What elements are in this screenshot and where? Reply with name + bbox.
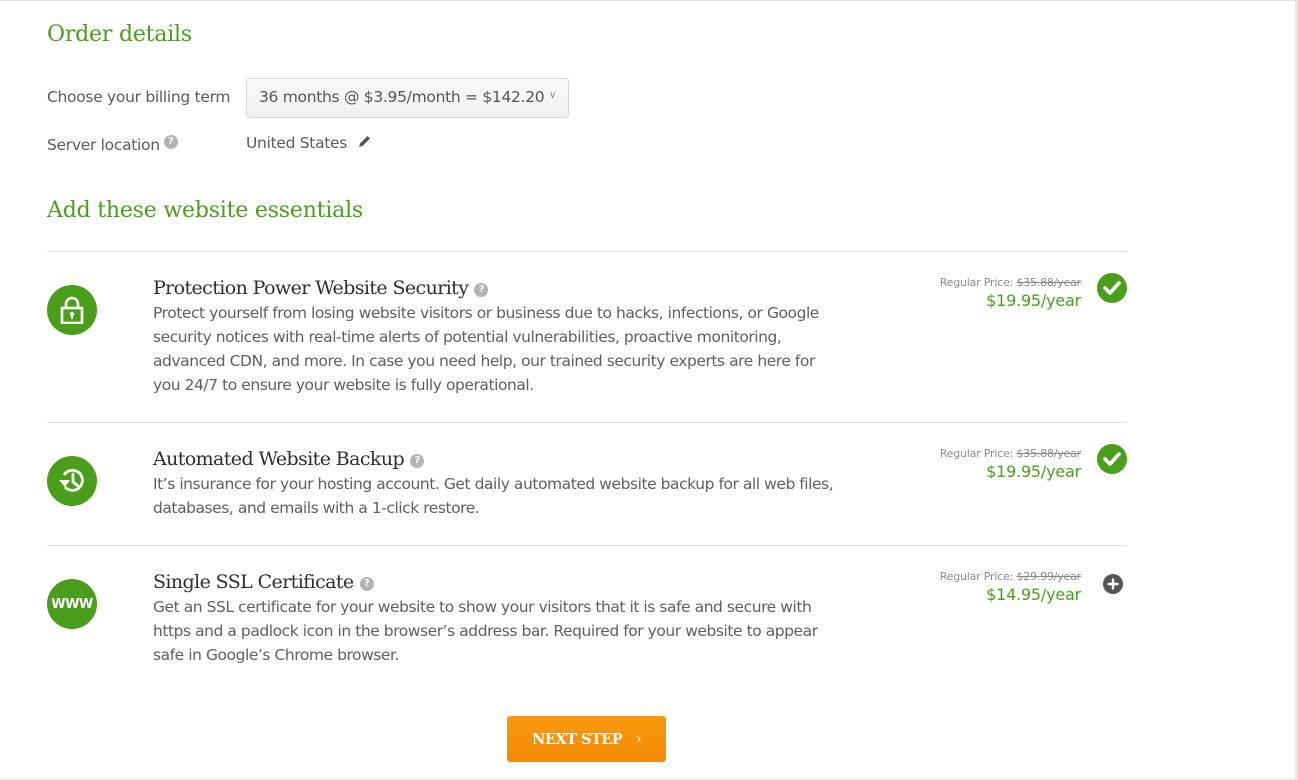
essentials-title: Add these website essentials: [47, 198, 363, 223]
price-block: Regular Price: $35.88/year $19.95/year: [940, 447, 1081, 481]
divider: [47, 251, 1127, 252]
regular-price: Regular Price: $29.99/year: [940, 570, 1081, 583]
server-location-label: Server location?: [47, 135, 178, 154]
sale-price: $19.95/year: [986, 462, 1081, 481]
addon-title-text: Protection Power Website Security: [153, 277, 469, 299]
regular-price: Regular Price: $35.88/year: [940, 447, 1081, 460]
regular-price-label: Regular Price:: [939, 276, 1014, 289]
addon-title-text: Automated Website Backup: [153, 448, 405, 470]
addon-description: It’s insurance for your hosting account.…: [153, 475, 834, 517]
www-icon: WWW: [47, 579, 97, 629]
regular-price-label: Regular Price:: [939, 447, 1014, 460]
server-location-label-text: Server location: [47, 136, 160, 154]
addon-description: Protect yourself from losing website vis…: [153, 304, 819, 394]
addon-title: Protection Power Website Security?: [153, 277, 489, 299]
www-icon-text: WWW: [51, 596, 93, 612]
backup-clock-icon: [47, 456, 97, 506]
billing-term-label: Choose your billing term: [47, 88, 231, 106]
regular-price-label: Regular Price:: [939, 570, 1014, 583]
addon-description: Get an SSL certificate for your website …: [153, 598, 818, 664]
server-location: United States: [246, 134, 372, 152]
divider: [47, 545, 1127, 546]
help-icon[interactable]: ?: [163, 135, 178, 149]
pencil-edit-icon[interactable]: [358, 134, 372, 152]
padlock-icon: [47, 285, 97, 335]
plus-add-icon[interactable]: [1103, 574, 1123, 594]
checkmark-selected-icon[interactable]: [1097, 273, 1127, 303]
server-location-value: United States: [246, 134, 348, 152]
chevron-right-icon: ›: [636, 731, 641, 747]
divider: [47, 422, 1127, 423]
next-step-button[interactable]: NEXT STEP ›: [507, 716, 666, 762]
regular-price-value: $35.88/year: [1016, 276, 1081, 289]
billing-term-select[interactable]: 36 months @ $3.95/month = $142.20 ∨: [246, 78, 569, 118]
price-block: Regular Price: $35.88/year $19.95/year: [940, 276, 1081, 310]
regular-price-value: $35.88/year: [1016, 447, 1081, 460]
regular-price: Regular Price: $35.88/year: [940, 276, 1081, 289]
next-step-label: NEXT STEP: [532, 730, 623, 748]
billing-term-value: 36 months @ $3.95/month = $142.20: [259, 88, 545, 106]
sale-price: $19.95/year: [986, 291, 1081, 310]
addon-title: Automated Website Backup?: [153, 448, 425, 470]
addon-title-text: Single SSL Certificate: [153, 571, 354, 593]
help-icon[interactable]: ?: [410, 454, 425, 468]
checkmark-selected-icon[interactable]: [1097, 444, 1127, 474]
help-icon[interactable]: ?: [474, 283, 489, 297]
addon-title: Single SSL Certificate?: [153, 571, 374, 593]
help-icon[interactable]: ?: [359, 577, 374, 591]
order-details-title: Order details: [47, 22, 192, 47]
price-block: Regular Price: $29.99/year $14.95/year: [940, 570, 1081, 604]
chevron-down-icon: ∨: [548, 90, 556, 101]
sale-price: $14.95/year: [986, 585, 1081, 604]
regular-price-value: $29.99/year: [1016, 570, 1081, 583]
billing-term-label-text: Choose your billing term: [47, 88, 231, 106]
